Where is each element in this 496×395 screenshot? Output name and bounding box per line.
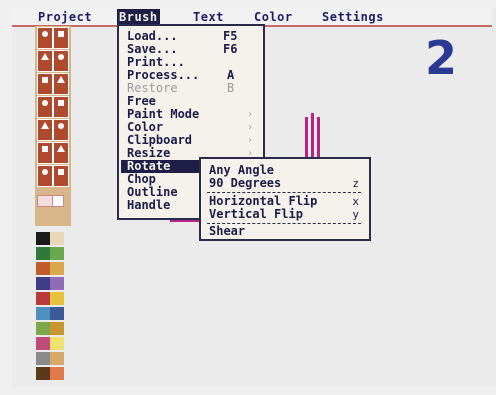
brush-icon[interactable] [53,27,69,49]
line-icon[interactable] [37,73,53,95]
submenu-item-shear[interactable]: Shear [209,225,245,238]
undo-icon[interactable] [37,165,53,187]
magnify-icon[interactable] [53,142,69,164]
palette-swatch[interactable] [36,262,50,275]
canvas-stroke [305,117,308,159]
shortcut-vertical-flip: y [352,208,359,221]
palette-swatch[interactable] [50,262,64,275]
palette-swatch[interactable] [50,277,64,290]
clear-glyph [58,169,64,175]
color-preview[interactable] [52,195,64,207]
submenu-arrow-icon: › [247,109,254,120]
palette-swatch[interactable] [50,352,64,365]
palette-swatch[interactable] [36,277,50,290]
curve-glyph [58,100,64,106]
palette-swatch[interactable] [36,307,50,320]
shortcut-90-degrees: z [352,177,359,190]
menu-text[interactable]: Text [193,9,224,25]
palette-swatch[interactable] [50,307,64,320]
palette-swatch[interactable] [50,322,64,335]
clear-icon[interactable] [53,165,69,187]
circle-glyph [41,53,49,60]
symmetry-glyph [42,146,48,152]
text-tool-icon[interactable] [37,119,53,141]
line-glyph [42,77,48,83]
palette-swatch[interactable] [36,352,50,365]
palette-swatch[interactable] [50,232,64,245]
brush-glyph [58,31,64,37]
palette-swatch[interactable] [50,292,64,305]
palette-swatch[interactable] [36,247,50,260]
palette-swatch[interactable] [36,322,50,335]
shortcut-horizontal-flip: x [352,195,359,208]
palette-swatch[interactable] [50,367,64,380]
magnify-glyph [57,145,65,152]
fill-icon[interactable] [53,73,69,95]
submenu-item-90-degrees[interactable]: 90 Degrees [209,177,281,190]
pointer-glyph [42,31,48,37]
palette-swatch[interactable] [36,232,50,245]
undo-glyph [42,169,48,175]
palette-swatch[interactable] [36,367,50,380]
circle-icon[interactable] [37,50,53,72]
grid-icon[interactable] [53,119,69,141]
text-tool-glyph [41,122,49,129]
canvas-stroke [317,117,320,159]
grid-glyph [58,123,64,129]
rotate-submenu: Any Angle 90 Degrees z Horizontal Flip x… [199,157,371,241]
palette-swatch[interactable] [50,247,64,260]
submenu-arrow-icon: › [247,135,254,146]
menu-brush[interactable]: Brush [117,9,160,25]
shortcut-save: F6 [223,42,238,56]
menu-color[interactable]: Color [254,9,293,25]
submenu-arrow-icon: › [247,122,254,133]
pointer-icon[interactable] [37,27,53,49]
curve-icon[interactable] [53,96,69,118]
rectangle-glyph [58,54,64,60]
palette-swatch[interactable] [36,292,50,305]
menu-settings[interactable]: Settings [322,9,384,25]
symmetry-icon[interactable] [37,142,53,164]
menu-separator [207,192,361,193]
canvas-stroke [311,113,314,159]
shortcut-restore: B [227,81,235,95]
color-palette [36,232,66,382]
menu-project[interactable]: Project [38,9,92,25]
palette-swatch[interactable] [50,337,64,350]
palette-swatch[interactable] [36,337,50,350]
submenu-item-vertical-flip[interactable]: Vertical Flip [209,208,303,221]
airbrush-glyph [42,100,48,106]
menu-item-handle[interactable]: Handle [127,199,170,212]
fill-glyph [57,76,65,83]
figure-number: 2 [425,31,458,85]
airbrush-icon[interactable] [37,96,53,118]
rectangle-icon[interactable] [53,50,69,72]
